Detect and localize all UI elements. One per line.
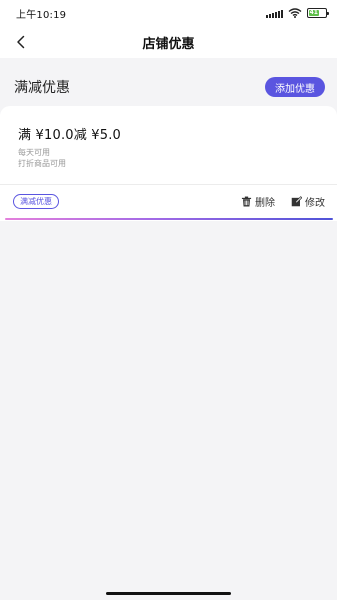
edit-icon: [291, 196, 302, 207]
coupon-actions: 删除 修改: [241, 194, 325, 209]
coupon-type-badge: 满减优惠: [13, 194, 59, 209]
section-header: 满减优惠 添加优惠: [0, 70, 337, 104]
wifi-icon: [288, 8, 302, 18]
back-button[interactable]: [10, 30, 32, 54]
coupon-card: 满 ¥10.0减 ¥5.0 每天可用 打折商品可用 满减优惠 删除 修改: [0, 106, 337, 221]
section-title: 满减优惠: [14, 80, 70, 96]
delete-button[interactable]: 删除: [241, 194, 275, 209]
delete-label: 删除: [255, 198, 275, 209]
home-indicator[interactable]: [106, 592, 231, 595]
status-time: 上午10:19: [16, 9, 67, 21]
signal-icon: [266, 9, 283, 18]
coupon-footer: 满减优惠 删除 修改: [0, 185, 337, 218]
page-title: 店铺优惠: [142, 36, 195, 52]
add-discount-button[interactable]: 添加优惠: [265, 77, 325, 97]
trash-icon: [241, 196, 252, 207]
edit-button[interactable]: 修改: [291, 194, 325, 209]
coupon-amount: 满 ¥10.0减 ¥5.0: [18, 128, 122, 143]
battery-icon: 41: [307, 8, 329, 18]
edit-label: 修改: [305, 198, 325, 209]
coupon-availability-daily: 每天可用: [18, 148, 50, 157]
status-icons: 41: [266, 8, 329, 18]
status-bar: 上午10:19 41: [0, 0, 337, 26]
chevron-left-icon: [17, 35, 25, 49]
coupon-details: 满 ¥10.0减 ¥5.0 每天可用 打折商品可用: [0, 106, 337, 184]
card-accent-line: [5, 218, 333, 220]
battery-level: 41: [309, 9, 319, 16]
coupon-availability-discount: 打折商品可用: [18, 159, 66, 168]
nav-bar: 店铺优惠: [0, 26, 337, 58]
